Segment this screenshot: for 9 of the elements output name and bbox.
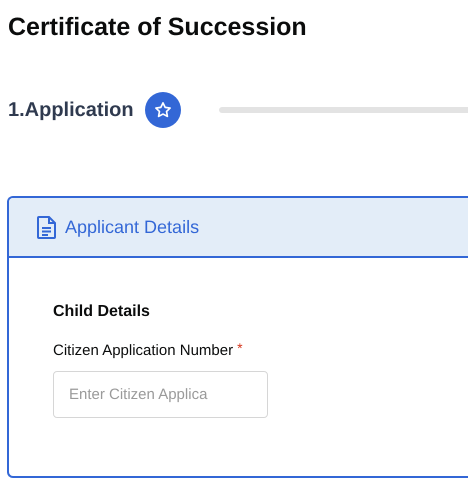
required-icon: * bbox=[237, 340, 243, 362]
step-label: 1.Application bbox=[8, 98, 134, 123]
card-title: Applicant Details bbox=[65, 216, 200, 239]
page-title: Certificate of Succession bbox=[8, 12, 307, 43]
field-label: Citizen Application Number bbox=[53, 341, 234, 361]
star-icon bbox=[154, 101, 172, 119]
section-heading: Child Details bbox=[53, 302, 150, 322]
document-icon bbox=[37, 216, 56, 238]
input-field[interactable]: Enter Citizen Applica bbox=[53, 370, 268, 418]
